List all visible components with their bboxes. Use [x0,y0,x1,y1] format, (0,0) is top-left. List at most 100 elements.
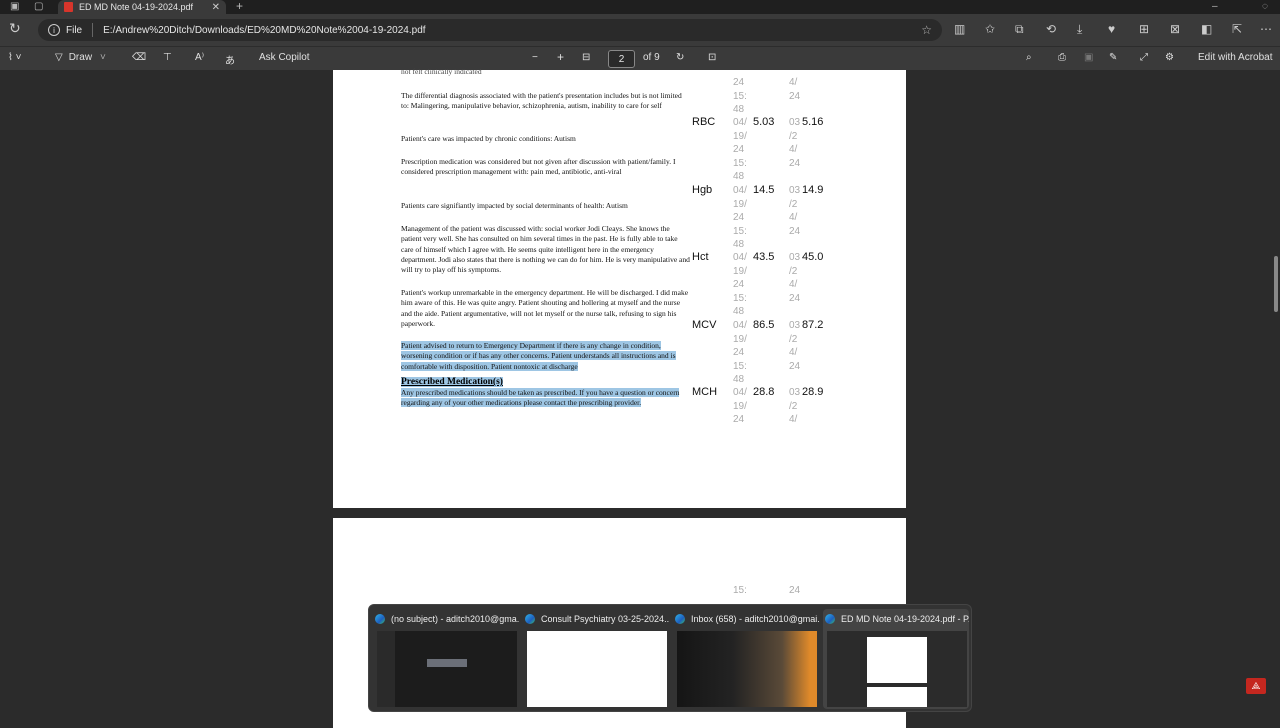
taskbar-preview-card[interactable]: Inbox (658) - aditch2010@gmai... [673,609,819,709]
screenshot-icon[interactable]: ⊠ [1170,22,1180,36]
draw-icon: ▽ [55,52,63,63]
draw-button[interactable]: ▽ Draw ˅ [55,52,106,63]
zoom-in-button[interactable]: + [557,50,564,64]
thumb-page [867,687,927,707]
lab-value: 45.0 [802,251,824,263]
text-icon[interactable]: ⊤ [163,52,172,63]
lab-name: MCH [692,386,718,398]
translate-icon[interactable]: あ [225,52,235,67]
lab-value: 5.16 [802,116,824,128]
edge-icon [375,614,385,624]
read-aloud-icon[interactable]: A⁾ [195,52,204,63]
erase-icon[interactable]: ⌫ [132,52,146,63]
scrollbar[interactable] [1272,70,1280,720]
history-icon[interactable]: ⟲ [1046,22,1056,36]
edge-icon [525,614,535,624]
settings-gear-icon[interactable]: ⚙ [1165,52,1174,63]
share-icon[interactable]: ⇱ [1232,22,1242,36]
doc-paragraph: Prescription medication was considered b… [401,157,676,177]
fullscreen-icon[interactable]: ⤢ [1140,52,1148,63]
preview-thumbnail [377,631,517,707]
doc-paragraph: Patient's workup unremarkable in the eme… [401,288,689,328]
date-fragment: 04/19/24 15: 48 [733,252,747,317]
reload-icon[interactable]: ↻ [9,20,21,37]
doc-highlighted-paragraph: Patient advised to return to Emergency D… [401,341,691,372]
lab-value: 28.8 [753,386,775,398]
lab-name: Hgb [692,184,713,196]
date-fragment: 03/2 4/24 [789,320,801,372]
date-fragment: 03/2 4/24 [789,117,801,169]
lab-name: MCV [692,319,717,331]
lab-value: 87.2 [802,319,824,331]
date-fragment: 04/19/24 [733,387,747,425]
lab-value: 28.9 [802,386,824,398]
favorites-icon[interactable]: ✩ [985,22,995,36]
page-number-input[interactable]: 2 [608,50,635,68]
doc-paragraph: Patients care signifiantly impacted by s… [401,201,628,210]
zoom-out-button[interactable]: − [532,52,538,63]
print-icon[interactable]: ⎙ [1058,52,1066,63]
favorite-star-icon[interactable]: ☆ [921,23,932,37]
prescribed-medications-heading: Prescribed Medication(s) [401,377,503,387]
lab-name: Hct [692,251,709,263]
thumb-page [867,637,927,683]
page-view-icon[interactable]: ⊡ [708,52,716,63]
acrobat-icon[interactable]: ⟁ [1246,678,1266,694]
edit-with-acrobat-button[interactable]: Edit with Acrobat [1198,52,1272,63]
date-fragment: 03/2 4/24 [789,185,801,237]
preview-thumbnail [827,631,967,707]
date-fragment: 04/19/24 15: 48 [733,320,747,385]
taskbar-preview-card[interactable]: (no subject) - aditch2010@gma... [373,609,519,709]
date-fragment: 03/2 4/ [789,387,801,425]
copilot-icon[interactable]: ♥ [1108,22,1115,36]
more-icon[interactable]: ⋯ [1260,22,1272,36]
date-fragment: 24 [789,585,801,596]
window-icon[interactable]: ◌ [1262,1,1268,12]
save-as-icon[interactable]: ✎ [1109,52,1117,63]
edge-icon [825,614,835,624]
tab-title: ED MD Note 04-19-2024.pdf [79,2,194,12]
highlight-text: Any prescribed medications should be tak… [401,388,680,408]
edge-icon [675,614,685,624]
preview-title: (no subject) - aditch2010@gma... [375,612,519,626]
address-bar: ↻ i File E:/Andrew%20Ditch/Downloads/ED%… [0,14,1280,46]
preview-thumbnail [677,631,817,707]
tab-close-icon[interactable]: ✕ [212,2,220,13]
new-tab-button[interactable]: + [236,0,243,13]
reading-view-icon[interactable]: ▥ [954,22,965,36]
date-fragment: 4/24 [789,77,801,102]
save-icon[interactable]: ▣ [1084,52,1093,63]
sidebar-icon[interactable]: ◧ [1201,22,1212,36]
taskbar-preview-card[interactable]: Consult Psychiatry 03-25-2024.... [523,609,669,709]
info-icon[interactable]: i [48,24,60,36]
fit-page-icon[interactable]: ⊟ [582,52,590,63]
preview-title: ED MD Note 04-19-2024.pdf - P... [825,612,969,626]
apps-icon[interactable]: ⊞ [1139,22,1149,36]
divider [92,23,94,37]
tab-active[interactable]: ED MD Note 04-19-2024.pdf ✕ [58,0,226,14]
ask-copilot-button[interactable]: Ask Copilot [259,52,310,63]
scrollbar-thumb[interactable] [1274,256,1278,312]
url-text[interactable]: E:/Andrew%20Ditch/Downloads/ED%20MD%20No… [103,25,425,36]
taskbar-preview-card-active[interactable]: ED MD Note 04-19-2024.pdf - P... [823,609,969,709]
file-label: File [66,24,83,36]
lab-name: RBC [692,116,716,128]
taskbar-preview-popup: (no subject) - aditch2010@gma... Consult… [368,604,972,712]
chevron-down-icon[interactable]: ˅ [100,52,106,63]
doc-paragraph: The differential diagnosis associated wi… [401,91,682,111]
downloads-icon[interactable]: ⤓ [1077,22,1082,37]
minimize-icon[interactable]: – [1212,1,1218,12]
rotate-icon[interactable]: ↻ [676,52,684,63]
pdf-icon [64,2,73,12]
search-icon[interactable]: ⌕ [1026,52,1032,63]
doc-paragraph: Management of the patient was discussed … [401,224,690,275]
workspaces-icon[interactable]: ▣ [10,1,19,12]
date-fragment: 03/2 4/24 [789,252,801,304]
tab-actions-icon[interactable]: ▢ [34,1,43,12]
preview-title: Inbox (658) - aditch2010@gmai... [675,612,819,626]
url-field[interactable]: i File E:/Andrew%20Ditch/Downloads/ED%20… [38,19,942,41]
collections-icon[interactable]: ⧉ [1015,22,1024,37]
highlight-icon[interactable]: ⌇ ˅ [8,52,22,63]
title-bar: ▣ ▢ ED MD Note 04-19-2024.pdf ✕ + – ◌ [0,0,1280,14]
doc-cut-line: not felt clinically indicated [401,67,482,76]
